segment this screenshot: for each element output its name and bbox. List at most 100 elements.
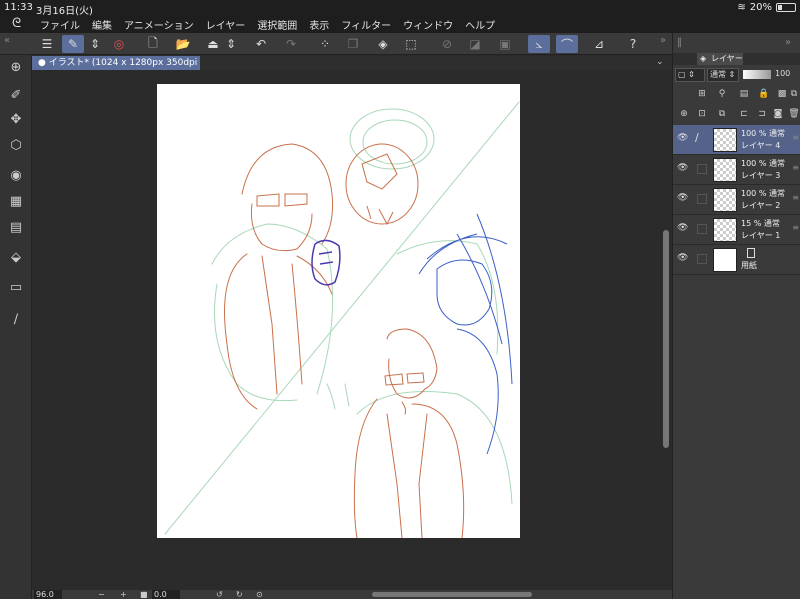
- new-canvas-icon[interactable]: 🗋: [142, 35, 164, 53]
- reset-rotation-icon[interactable]: ⊙: [256, 590, 263, 599]
- mask-icon[interactable]: ◙: [771, 107, 785, 121]
- hamburger-menu-icon[interactable]: ☰: [36, 35, 58, 53]
- open-file-icon[interactable]: 📂: [172, 35, 194, 53]
- fill-tool-icon[interactable]: ⬙: [6, 247, 26, 267]
- layer-row[interactable]: 👁 15 % 通常 レイヤー 1 ≡: [673, 215, 800, 245]
- invert-selection-icon[interactable]: ◪: [464, 35, 486, 53]
- new-folder-icon[interactable]: ⊡: [695, 107, 709, 121]
- eye-icon[interactable]: 👁: [677, 133, 688, 143]
- companion-mode-icon[interactable]: ◎: [108, 35, 130, 53]
- layer-tab[interactable]: ◈ レイヤー: [697, 53, 743, 65]
- layer-row[interactable]: 👁 100 % 通常 レイヤー 3 ≡: [673, 155, 800, 185]
- menu-selection[interactable]: 選択範囲: [257, 17, 297, 32]
- horizontal-scrollbar[interactable]: [372, 592, 532, 597]
- pen-tool-icon[interactable]: ▦: [6, 191, 26, 211]
- layer-checkbox[interactable]: [697, 254, 707, 264]
- menu-help[interactable]: ヘルプ: [465, 17, 495, 32]
- magnifier-icon[interactable]: ⊕: [6, 57, 26, 77]
- transfer-icon[interactable]: ⊐: [755, 107, 769, 121]
- clipping-icon[interactable]: ⊞: [695, 87, 709, 101]
- menu-view[interactable]: 表示: [309, 17, 329, 32]
- undo-icon[interactable]: ↶: [250, 35, 272, 53]
- toolbar-scroll-icon[interactable]: ⇕: [88, 35, 102, 53]
- layer-checkbox[interactable]: [697, 164, 707, 174]
- drag-handle-icon[interactable]: ≡: [792, 163, 799, 172]
- copy-paste-icon[interactable]: ❐: [342, 35, 364, 53]
- fill-bucket-icon[interactable]: ◈: [372, 35, 394, 53]
- layer-row[interactable]: 👁 用紙: [673, 245, 800, 275]
- selection-border-icon[interactable]: ▣: [494, 35, 516, 53]
- pencil-icon[interactable]: ∕: [6, 309, 26, 329]
- clear-selection-icon[interactable]: ⊘: [436, 35, 458, 53]
- layer-thumbnail: [713, 218, 737, 242]
- drag-handle-icon[interactable]: ≡: [792, 133, 799, 142]
- panel-expand-icon[interactable]: »: [785, 37, 791, 48]
- eye-icon[interactable]: 👁: [677, 223, 688, 233]
- save-options-icon[interactable]: ⇕: [224, 35, 238, 53]
- drag-handle-icon[interactable]: ≡: [792, 223, 799, 232]
- layer-opacity-mode: 100 % 通常: [741, 189, 785, 198]
- layer-color-select[interactable]: ▢ ⇕: [675, 68, 705, 82]
- chevron-down-icon[interactable]: ⌄: [656, 57, 664, 67]
- grid-snap-icon[interactable]: ⊿: [588, 35, 610, 53]
- trash-icon[interactable]: 🗑: [787, 107, 800, 121]
- layer-row[interactable]: 👁 100 % 通常 レイヤー 2 ≡: [673, 185, 800, 215]
- menu-window[interactable]: ウィンドウ: [403, 17, 453, 32]
- draft-layer-icon[interactable]: ▤: [737, 87, 751, 101]
- gradient-tool-icon[interactable]: ▭: [6, 277, 26, 297]
- app-logo-icon[interactable]: ᘓ: [12, 16, 21, 31]
- save-icon[interactable]: ⏏: [202, 35, 224, 53]
- zoom-field[interactable]: 96.0: [34, 590, 62, 599]
- layer-checkbox[interactable]: [697, 224, 707, 234]
- transform-icon[interactable]: ⬚: [400, 35, 422, 53]
- document-tab[interactable]: ● イラスト* (1024 x 1280px 350dpi 96.0%): [32, 56, 200, 70]
- tool-bar: ⊕ ✐ ✥ ⬡ ◉ ▦ ▤ ⬙ ▭ ∕: [0, 55, 32, 599]
- ruler-snap-icon[interactable]: ⦣: [528, 35, 550, 53]
- menu-layer[interactable]: レイヤー: [206, 17, 246, 32]
- help-icon[interactable]: ?: [622, 35, 644, 53]
- canvas-paper[interactable]: [157, 84, 520, 539]
- edit-toggle-icon[interactable]: ✎: [62, 35, 84, 53]
- eye-icon[interactable]: 👁: [677, 163, 688, 173]
- rotate-right-icon[interactable]: ↻: [236, 590, 243, 599]
- eye-icon[interactable]: 👁: [677, 193, 688, 203]
- lock-layer-icon[interactable]: 🔒: [757, 87, 771, 101]
- menu-filter[interactable]: フィルター: [341, 17, 391, 32]
- new-raster-layer-icon[interactable]: ⊕: [677, 107, 691, 121]
- merge-down-icon[interactable]: ⊏: [737, 107, 751, 121]
- zoom-in-button[interactable]: +: [120, 590, 127, 599]
- battery-percent: 20%: [749, 2, 772, 13]
- rotation-field[interactable]: 0.0: [152, 590, 180, 599]
- move-layer-icon[interactable]: ✥: [6, 109, 26, 129]
- duplicate-layer-icon[interactable]: ⧉: [715, 107, 729, 121]
- redo-icon[interactable]: ↷: [280, 35, 302, 53]
- special-ruler-snap-icon[interactable]: ⌒: [556, 35, 578, 53]
- brush-tool-icon[interactable]: ▤: [6, 217, 26, 237]
- drag-handle-icon[interactable]: ≡: [792, 193, 799, 202]
- eye-icon[interactable]: 👁: [677, 253, 688, 263]
- operation-tool-icon[interactable]: ✐: [6, 85, 26, 105]
- collapse-right-icon[interactable]: »: [660, 35, 666, 46]
- menu-animation[interactable]: アニメーション: [124, 17, 194, 32]
- panel-collapse-icon[interactable]: ‖: [677, 37, 682, 48]
- opacity-value[interactable]: 100: [775, 69, 790, 78]
- layer-checkbox[interactable]: [697, 194, 707, 204]
- deselect-icon[interactable]: ⁘: [314, 35, 336, 53]
- layer-name: レイヤー 1: [741, 231, 781, 240]
- opacity-slider[interactable]: [743, 70, 771, 79]
- blend-mode-select[interactable]: 通常 ⇕: [707, 68, 739, 82]
- sketch-drawing: [164, 101, 520, 539]
- collapse-left-icon[interactable]: «: [4, 35, 10, 46]
- selection-tool-icon[interactable]: ⬡: [6, 135, 26, 155]
- eyedropper-icon[interactable]: ◉: [6, 165, 26, 185]
- rotate-left-icon[interactable]: ↺: [216, 590, 223, 599]
- vertical-scrollbar[interactable]: [663, 230, 669, 448]
- layer-color-icon[interactable]: ⧉: [787, 87, 800, 101]
- menu-file[interactable]: ファイル: [40, 17, 80, 32]
- fit-icon[interactable]: ■: [140, 590, 148, 599]
- zoom-out-button[interactable]: −: [98, 590, 105, 599]
- reference-layer-icon[interactable]: ⚲: [715, 87, 729, 101]
- layer-row[interactable]: 👁 ∕ 100 % 通常 レイヤー 4 ≡: [673, 125, 800, 155]
- menu-edit[interactable]: 編集: [92, 17, 112, 32]
- layer-opacity-mode: 100 % 通常: [741, 159, 785, 168]
